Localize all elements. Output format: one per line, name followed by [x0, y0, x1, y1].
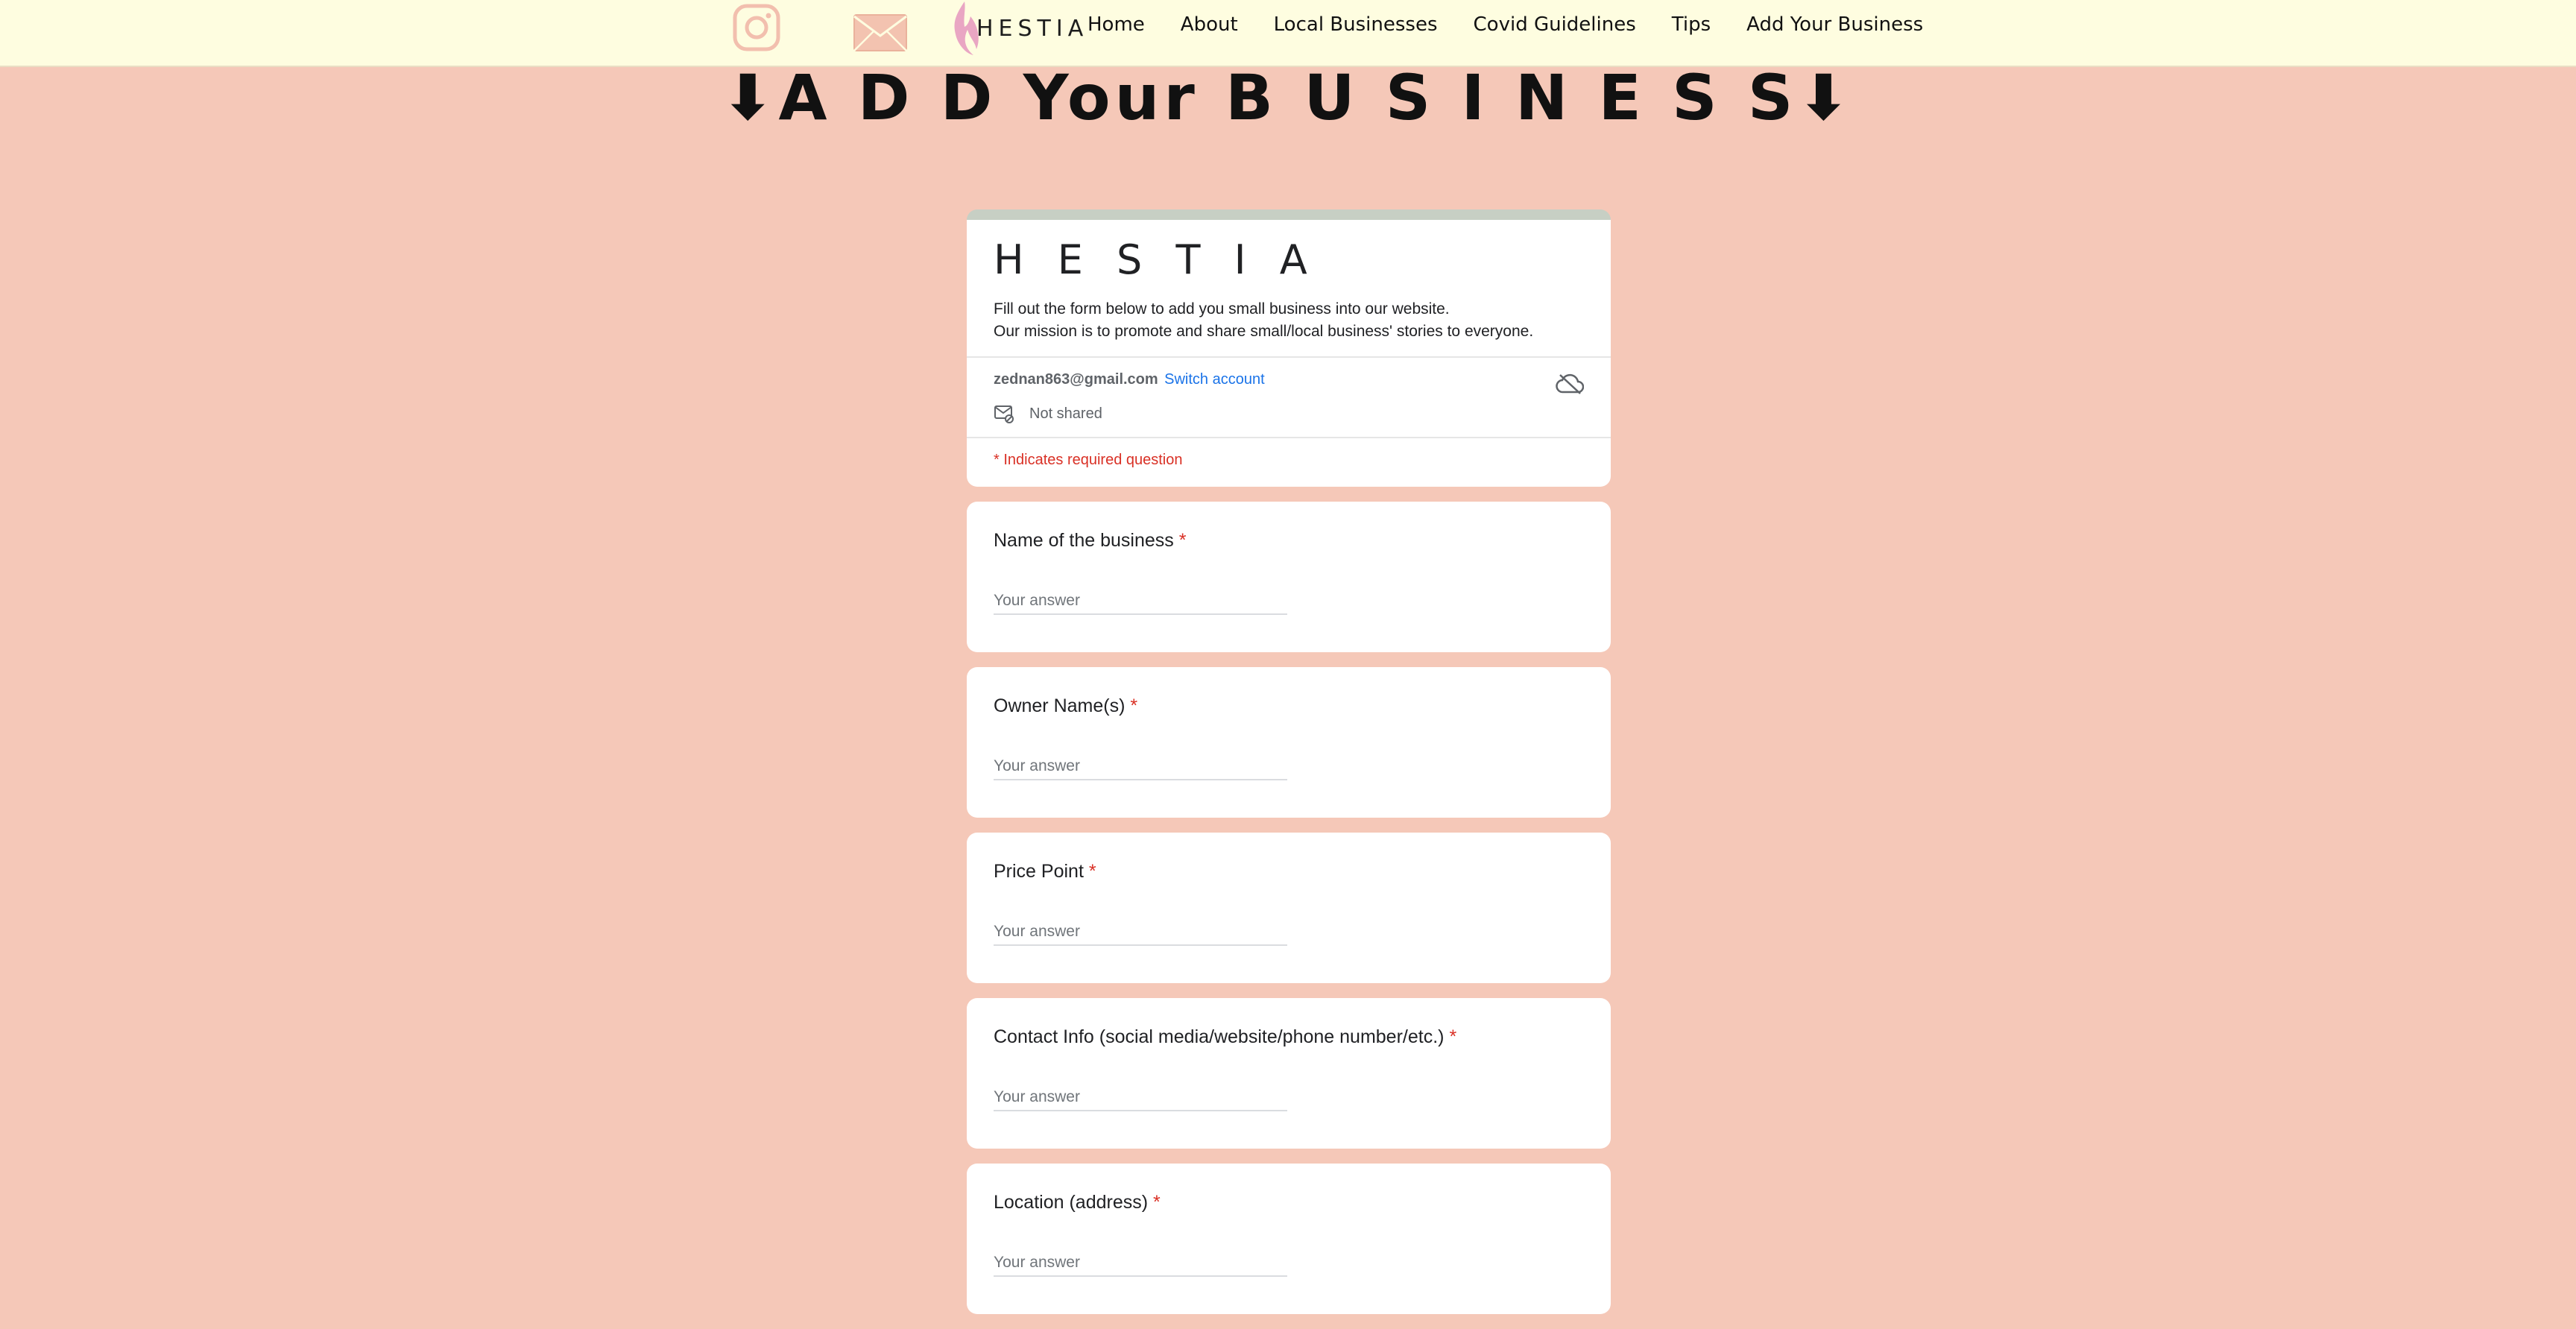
contact-info-input[interactable]: [994, 1085, 1287, 1111]
required-star: *: [1153, 1192, 1161, 1213]
brand-logo[interactable]: HESTIA: [948, 0, 1088, 57]
form-description: Fill out the form below to add you small…: [967, 283, 1611, 356]
question-card-price-point: Price Point *: [967, 833, 1611, 983]
not-shared-label: Not shared: [1029, 405, 1102, 422]
nav-link-local-businesses[interactable]: Local Businesses: [1274, 13, 1438, 36]
business-name-input[interactable]: [994, 588, 1287, 615]
required-star: *: [1178, 530, 1187, 551]
question-label: Contact Info (social media/website/phone…: [994, 1026, 1445, 1047]
nav-link-tips[interactable]: Tips: [1672, 13, 1711, 36]
nav-links: Home About Local Businesses Covid Guidel…: [1087, 13, 1959, 36]
required-star: *: [1449, 1026, 1457, 1047]
nav-link-about[interactable]: About: [1181, 13, 1238, 36]
question-label: Owner Name(s): [994, 695, 1126, 716]
question-card-contact-info: Contact Info (social media/website/phone…: [967, 998, 1611, 1149]
required-star: *: [1130, 695, 1138, 716]
form-title: H E S T I A: [994, 236, 1318, 283]
form-description-line-2: Our mission is to promote and share smal…: [994, 323, 1534, 340]
question-label: Name of the business: [994, 530, 1174, 551]
cloud-save-icon: [1556, 373, 1584, 394]
form-description-line-1: Fill out the form below to add you small…: [994, 300, 1450, 318]
question-label: Location (address): [994, 1192, 1149, 1213]
form-header-card: H E S T I A Fill out the form below to a…: [967, 209, 1611, 487]
top-nav-bar: HESTIA Home About Local Businesses Covid…: [0, 0, 2576, 67]
account-email: zednan863@gmail.com: [994, 371, 1158, 388]
question-label: Price Point: [994, 861, 1084, 882]
nav-link-add-your-business[interactable]: Add Your Business: [1746, 13, 1923, 36]
page-heading: ⬇A D D Your B U S I N E S S⬇: [722, 61, 1854, 134]
nav-link-covid-guidelines[interactable]: Covid Guidelines: [1474, 13, 1636, 36]
account-section: zednan863@gmail.com Switch account Not s…: [967, 358, 1611, 437]
nav-link-home[interactable]: Home: [1087, 13, 1145, 36]
required-star: *: [1088, 861, 1096, 882]
location-input[interactable]: [994, 1250, 1287, 1277]
mail-icon[interactable]: [853, 12, 908, 54]
question-card-owner-names: Owner Name(s) *: [967, 667, 1611, 818]
owner-names-input[interactable]: [994, 754, 1287, 780]
price-point-input[interactable]: [994, 919, 1287, 946]
brand-name: HESTIA: [976, 15, 1089, 42]
required-note: * Indicates required question: [994, 452, 1183, 468]
question-card-location: Location (address) *: [967, 1164, 1611, 1314]
embedded-form: H E S T I A Fill out the form below to a…: [967, 209, 1611, 1329]
instagram-icon[interactable]: [732, 3, 781, 52]
question-card-business-name: Name of the business *: [967, 502, 1611, 652]
mail-not-shared-icon: [994, 405, 1014, 423]
switch-account-link[interactable]: Switch account: [1164, 371, 1265, 388]
not-shared-row: Not shared: [994, 403, 1584, 424]
